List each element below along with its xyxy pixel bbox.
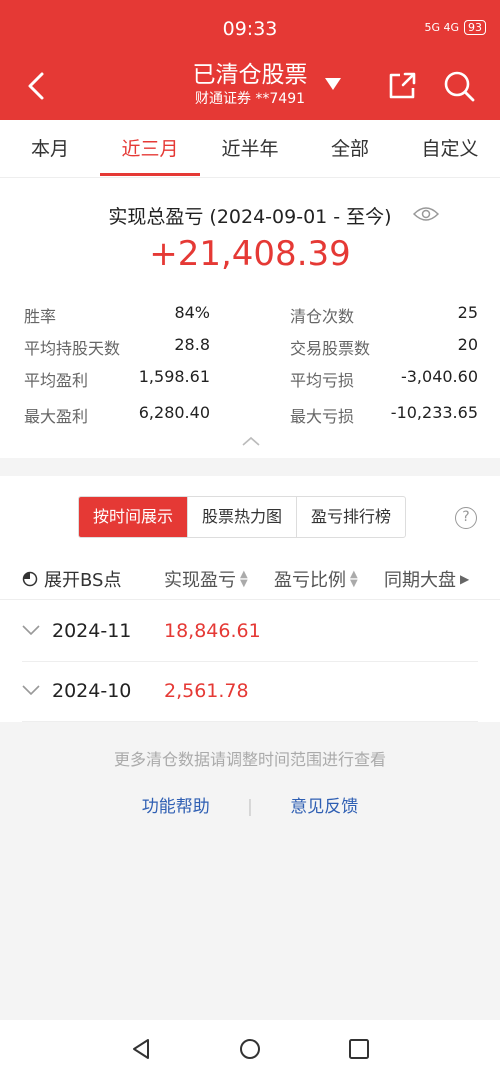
nav-recents-icon[interactable] — [348, 1038, 370, 1060]
stat-label: 最大亏损 — [290, 407, 355, 426]
stat-value: 25 — [457, 303, 478, 322]
pie-toggle-icon — [22, 571, 38, 587]
tab-half-year[interactable]: 近半年 — [200, 134, 300, 161]
app-header: 已清仓股票 财通证券 **7491 — [0, 52, 500, 120]
footer-links: 功能帮助 | 意见反馈 — [0, 792, 500, 817]
table-row[interactable]: 2024-11 18,846.61 — [22, 602, 478, 662]
row-profit: 2,561.78 — [164, 680, 249, 702]
active-tab-indicator — [100, 173, 200, 176]
stat-value: 20 — [457, 335, 478, 354]
stat-clear-count: 清仓次数 25 — [290, 303, 478, 326]
row-profit: 18,846.61 — [164, 620, 261, 642]
footer-note: 更多清仓数据请调整时间范围进行查看 — [113, 750, 386, 769]
expand-bs-toggle[interactable]: 展开BS点 — [22, 566, 121, 592]
row-month: 2024-11 — [52, 620, 132, 642]
stat-max-profit: 最大盈利 6,280.40 — [24, 403, 210, 426]
sort-icon: ▲ ▼ — [240, 569, 248, 589]
status-bar: 09:33 5G 4G 93 — [0, 0, 500, 52]
stat-value: 28.8 — [174, 335, 210, 354]
stat-value: 1,598.61 — [138, 367, 210, 386]
nav-home-icon[interactable] — [239, 1038, 261, 1060]
header-title-group[interactable]: 已清仓股票 财通证券 **7491 — [0, 60, 500, 108]
account-label: 财通证券 **7491 — [194, 91, 306, 107]
stat-win-rate: 胜率 84% — [24, 303, 210, 326]
stat-avg-profit: 平均盈利 1,598.61 — [24, 367, 210, 390]
battery-icon: 93 — [464, 20, 486, 35]
system-nav-bar — [0, 1020, 500, 1076]
table-row[interactable]: 2024-10 2,561.78 — [22, 662, 478, 722]
sort-icon: ▲ ▼ — [350, 569, 358, 589]
total-pnl-value: +21,408.39 — [149, 234, 351, 274]
share-icon[interactable] — [386, 70, 418, 102]
stat-avg-hold-days: 平均持股天数 28.8 — [24, 335, 210, 358]
tab-all[interactable]: 全部 — [300, 134, 400, 161]
stat-label: 清仓次数 — [290, 307, 355, 326]
stat-label: 胜率 — [24, 307, 57, 326]
summary-card: 实现总盈亏 (2024-09-01 - 至今) +21,408.39 胜率 84… — [0, 178, 500, 458]
column-market[interactable]: 同期大盘 ▶ — [384, 566, 469, 592]
tab-this-month[interactable]: 本月 — [0, 134, 100, 161]
scroll-right-icon[interactable]: ▶ — [460, 572, 469, 586]
stat-avg-loss: 平均亏损 -3,040.60 — [290, 367, 478, 390]
stat-label: 最大盈利 — [24, 407, 89, 426]
stat-value: -3,040.60 — [400, 367, 478, 386]
network-indicator: 5G 4G — [424, 21, 459, 34]
period-tabs: 本月 近三月 近半年 全部 自定义 — [0, 120, 500, 178]
stat-value: 6,280.40 — [138, 403, 210, 422]
feedback-link[interactable]: 意见反馈 — [290, 797, 358, 817]
tab-three-months[interactable]: 近三月 — [100, 134, 200, 161]
stat-label: 交易股票数 — [290, 339, 371, 358]
nav-back-icon[interactable] — [130, 1038, 152, 1060]
chevron-down-icon[interactable] — [22, 624, 40, 636]
chevron-up-icon[interactable] — [242, 436, 260, 446]
dropdown-caret-icon[interactable] — [325, 78, 341, 90]
segment-ranking[interactable]: 盈亏排行榜 — [297, 497, 405, 537]
stat-max-loss: 最大亏损 -10,233.65 — [290, 403, 478, 426]
system-icons: 5G 4G 93 — [424, 20, 486, 35]
page-title: 已清仓股票 — [192, 62, 308, 88]
search-icon[interactable] — [442, 69, 476, 103]
row-month: 2024-10 — [52, 680, 132, 702]
column-market-label: 同期大盘 — [384, 570, 456, 591]
help-link[interactable]: 功能帮助 — [142, 797, 210, 817]
table-header: 展开BS点 实现盈亏 ▲ ▼ 盈亏比例 ▲ ▼ 同期大盘 ▶ — [0, 560, 500, 600]
view-segmented-control: 按时间展示 股票热力图 盈亏排行榜 — [78, 496, 407, 538]
detail-section: 按时间展示 股票热力图 盈亏排行榜 ? 展开BS点 实现盈亏 ▲ ▼ 盈亏比例 ▲… — [0, 476, 500, 722]
column-profit-label: 实现盈亏 — [164, 570, 236, 591]
column-ratio-label: 盈亏比例 — [274, 570, 346, 591]
segment-by-time[interactable]: 按时间展示 — [79, 497, 189, 537]
stat-stocks-traded: 交易股票数 20 — [290, 335, 478, 358]
column-profit[interactable]: 实现盈亏 ▲ ▼ — [164, 566, 248, 592]
segment-heatmap[interactable]: 股票热力图 — [188, 497, 298, 537]
stat-value: -10,233.65 — [390, 403, 478, 422]
chevron-down-icon[interactable] — [22, 684, 40, 696]
stat-value: 84% — [174, 303, 210, 322]
expand-bs-label: 展开BS点 — [44, 570, 122, 591]
tab-custom[interactable]: 自定义 — [400, 134, 500, 161]
stat-label: 平均亏损 — [290, 371, 355, 390]
column-ratio[interactable]: 盈亏比例 ▲ ▼ — [274, 566, 358, 592]
link-divider: | — [247, 797, 253, 817]
eye-icon[interactable] — [413, 206, 439, 222]
stat-label: 平均盈利 — [24, 371, 89, 390]
stat-label: 平均持股天数 — [24, 339, 121, 358]
help-icon[interactable]: ? — [455, 507, 477, 529]
